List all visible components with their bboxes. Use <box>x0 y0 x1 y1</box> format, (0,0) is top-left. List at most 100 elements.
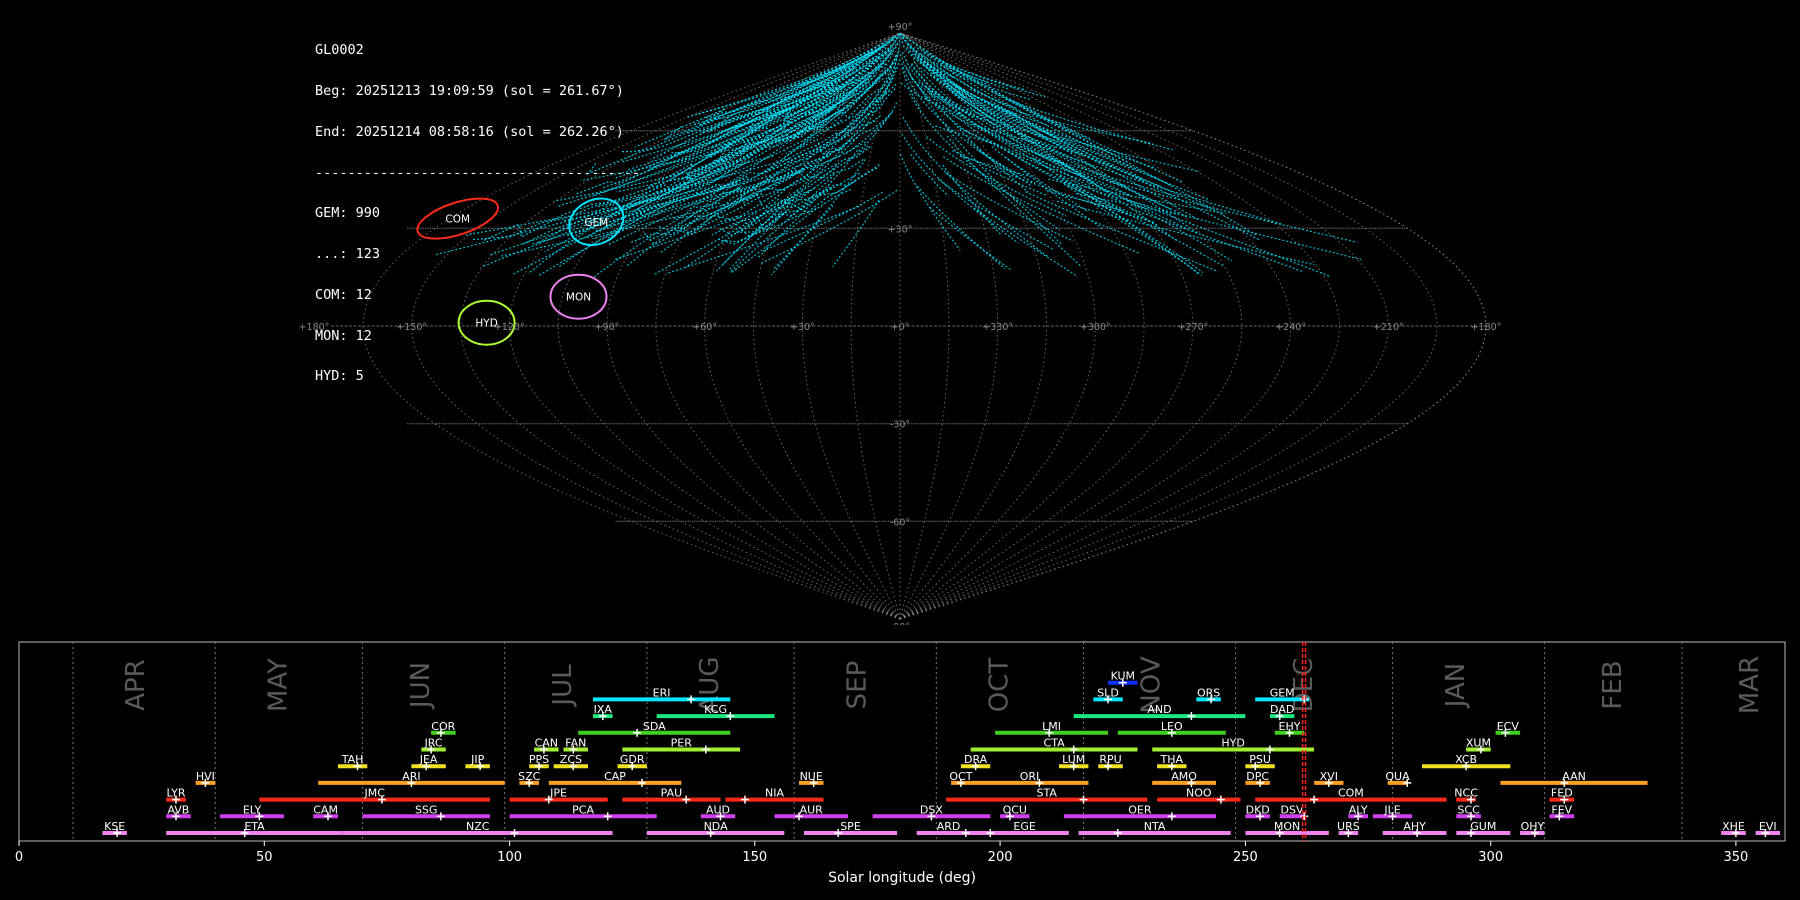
shower-label: CAM <box>313 803 338 816</box>
meteor-track <box>1006 98 1173 151</box>
shower-label: AVB <box>167 803 189 816</box>
lat-tick-label: -60° <box>890 517 910 528</box>
meteor-track <box>1063 183 1203 276</box>
meteor-track <box>952 82 1178 242</box>
x-tick-label: 100 <box>497 850 522 865</box>
shower-label: SLD <box>1097 686 1119 699</box>
shower-label: JEA <box>419 753 438 766</box>
meteor-track <box>1088 182 1330 277</box>
shower-label: DSX <box>920 803 943 816</box>
shower-label: ECV <box>1497 720 1520 733</box>
shower-label: OER <box>1128 803 1152 816</box>
shower-label: NUE <box>800 770 823 783</box>
shower-label: ALY <box>1349 803 1368 816</box>
shower-label: ETA <box>244 820 265 833</box>
shower-label: XUM <box>1466 737 1491 750</box>
shower-label: FAN <box>565 737 586 750</box>
shower-label: EHY <box>1279 720 1301 733</box>
shower-label: RPU <box>1099 753 1121 766</box>
month-label: OCT <box>985 658 1015 713</box>
shower-label: ZCS <box>560 753 582 766</box>
shower-label: ERI <box>653 686 671 699</box>
shower-label: NDA <box>704 820 729 833</box>
lon-tick-label: +180° <box>299 322 330 333</box>
shower-label: NZC <box>466 820 490 833</box>
lon-tick-label: +270° <box>1178 322 1209 333</box>
shower-label: EVI <box>1759 820 1777 833</box>
shower-label: AMO <box>1171 770 1197 783</box>
shower-label: ORS <box>1197 686 1220 699</box>
shower-label: NCC <box>1454 787 1478 800</box>
shower-label: GEM <box>1270 686 1295 699</box>
radiant-label: MON <box>566 292 591 304</box>
x-tick-label: 150 <box>742 850 767 865</box>
shower-label: PAU <box>661 787 683 800</box>
shower-label: STA <box>1037 787 1058 800</box>
shower-label: XCB <box>1455 753 1477 766</box>
lat-tick-label: -30° <box>890 420 910 431</box>
shower-label: COR <box>431 720 455 733</box>
shower-label: ELY <box>243 803 262 816</box>
month-label: MAY <box>264 658 294 712</box>
shower-label: COM <box>1338 787 1364 800</box>
shower-label: NOO <box>1186 787 1212 800</box>
shower-label: HVI <box>196 770 215 783</box>
month-label: FEB <box>1598 660 1628 709</box>
shower-label: DAD <box>1270 703 1294 716</box>
shower-label: JLE <box>1383 803 1400 816</box>
lat-tick-label: +30° <box>888 224 913 235</box>
x-tick-label: 50 <box>256 850 273 865</box>
meteor-track <box>945 172 1074 242</box>
shower-label: JIP <box>470 753 484 766</box>
meteor-track <box>663 66 846 141</box>
shower-label: AAN <box>1562 770 1586 783</box>
meteor-track <box>832 199 880 267</box>
shower-label: DSV <box>1281 803 1304 816</box>
meteor-track <box>902 34 1130 164</box>
lon-tick-label: +210° <box>1373 322 1404 333</box>
shower-label: SCC <box>1457 803 1480 816</box>
meteor-track <box>1055 173 1225 267</box>
shower-label: ARI <box>402 770 420 783</box>
lon-tick-label: +300° <box>1080 322 1111 333</box>
shower-label: IXA <box>594 703 613 716</box>
shower-label: SDA <box>643 720 666 733</box>
meteor-track <box>991 88 1257 236</box>
lon-tick-label: +180° <box>1471 322 1502 333</box>
shower-label: ARD <box>937 820 961 833</box>
x-axis: 0 50 100 150 200 250 300 350 <box>15 841 1748 865</box>
meteor-track <box>1067 184 1128 215</box>
lon-tick-label: +30° <box>790 322 815 333</box>
shower-label: LYR <box>166 787 185 800</box>
shower-label: JPE <box>549 787 567 800</box>
shower-label: LUM <box>1062 753 1085 766</box>
x-axis-label: Solar longitude (deg) <box>828 870 976 886</box>
meteor-track <box>946 135 1082 268</box>
meteor-track <box>990 100 1260 241</box>
sky-map: GEMCOMMONHYD +90°+30°-30°-60°-90°+180°+1… <box>299 22 1502 625</box>
month-label: MAR <box>1735 656 1765 714</box>
shower-label: DKD <box>1246 803 1270 816</box>
meteor-track <box>899 154 961 251</box>
meteor-track <box>1126 200 1233 262</box>
x-tick-label: 200 <box>988 850 1013 865</box>
shower-label: GUM <box>1470 820 1496 833</box>
shower-label: PSU <box>1249 753 1271 766</box>
shower-label: AND <box>1147 703 1171 716</box>
shower-label: KCG <box>704 703 727 716</box>
shower-label: QUA <box>1385 770 1410 783</box>
shower-label: AUD <box>706 803 730 816</box>
meteor-track <box>1027 120 1142 172</box>
x-tick-label: 350 <box>1723 850 1748 865</box>
month-label: JUN <box>406 662 436 710</box>
month-label: JUL <box>548 664 578 708</box>
month-label: APR <box>121 659 151 711</box>
shower-label: CAN <box>535 737 558 750</box>
meteor-track <box>735 167 878 237</box>
shower-label: URS <box>1337 820 1360 833</box>
shower-label: SZC <box>518 770 541 783</box>
lon-tick-label: +330° <box>982 322 1013 333</box>
meteor-track <box>718 188 851 245</box>
shower-label: NTA <box>1144 820 1166 833</box>
shower-label: JRC <box>423 737 442 750</box>
